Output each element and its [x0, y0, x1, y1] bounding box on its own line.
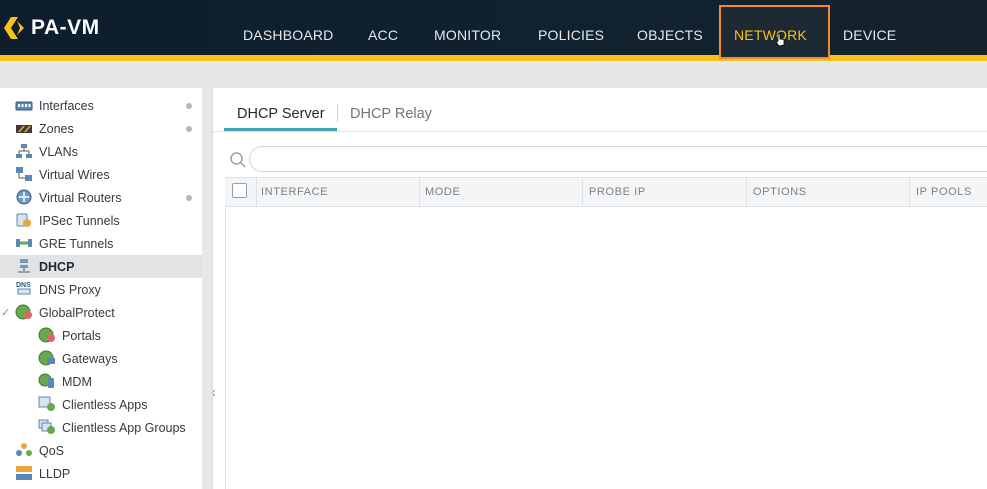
- column-separator: [419, 178, 420, 206]
- tab-separator: [337, 104, 338, 122]
- sidebar: Interfaces Zones VLANs Virtual Wires Vir…: [0, 88, 202, 489]
- sidebar-item-label: DNS Proxy: [39, 282, 101, 297]
- status-dot: [186, 103, 192, 109]
- nav-network[interactable]: NETWORK: [734, 27, 807, 43]
- portals-icon: [38, 327, 55, 343]
- column-header-interface[interactable]: INTERFACE: [261, 186, 328, 198]
- column-header-ip-pools[interactable]: IP POOLS: [916, 186, 972, 198]
- sidebar-item-mdm[interactable]: MDM: [0, 370, 202, 393]
- sidebar-item-label: Virtual Wires: [39, 167, 110, 182]
- column-header-mode[interactable]: MODE: [425, 186, 460, 198]
- sidebar-item-globalprotect[interactable]: ✓ GlobalProtect: [0, 301, 202, 324]
- sidebar-item-vlans[interactable]: VLANs: [0, 140, 202, 163]
- qos-icon: [16, 443, 32, 456]
- sidebar-item-label: Interfaces: [39, 98, 94, 113]
- gre-tunnels-icon: [16, 239, 32, 247]
- search-input[interactable]: [249, 146, 987, 172]
- virtual-routers-icon: [16, 189, 32, 205]
- sidebar-item-label: IPSec Tunnels: [39, 213, 120, 228]
- sidebar-item-label: QoS: [39, 443, 65, 458]
- dns-proxy-icon: DNS: [16, 282, 31, 295]
- tab-dhcp-relay[interactable]: DHCP Relay: [350, 106, 432, 122]
- sidebar-item-zones[interactable]: Zones: [0, 117, 202, 140]
- sidebar-item-portals[interactable]: Portals: [0, 324, 202, 347]
- sidebar-item-label: Clientless Apps: [62, 397, 148, 412]
- sidebar-item-label: VLANs: [39, 144, 78, 159]
- logo[interactable]: PA-VM: [4, 14, 100, 42]
- tab-bar-border: [213, 131, 987, 132]
- sidebar-item-virtual-wires[interactable]: Virtual Wires: [0, 163, 202, 186]
- logo-text: PA-VM: [31, 16, 100, 39]
- panel-divider: [212, 88, 213, 489]
- svg-text:DNS: DNS: [16, 282, 31, 289]
- sidebar-item-ipsec-tunnels[interactable]: IPSec Tunnels: [0, 209, 202, 232]
- gateways-icon: [38, 350, 55, 366]
- sidebar-item-label: DHCP: [39, 259, 75, 274]
- vlans-icon: [16, 144, 32, 158]
- sidebar-item-label: Clientless App Groups: [62, 420, 186, 435]
- logo-icon: [4, 17, 24, 39]
- sidebar-item-label: Virtual Routers: [39, 190, 122, 205]
- column-header-probe-ip[interactable]: PROBE IP: [589, 186, 646, 198]
- status-dot: [186, 126, 192, 132]
- globalprotect-icon: [15, 304, 32, 320]
- sidebar-item-label: LLDP: [39, 466, 71, 481]
- sidebar-item-lldp[interactable]: LLDP: [0, 462, 202, 485]
- zones-icon: [16, 125, 32, 133]
- nav-policies[interactable]: POLICIES: [538, 27, 604, 43]
- mouse-pointer-icon: [775, 33, 785, 47]
- column-separator: [909, 178, 910, 206]
- clientless-app-groups-icon: [38, 419, 55, 434]
- dhcp-server-table: [225, 177, 987, 489]
- sidebar-item-clientless-apps[interactable]: Clientless Apps: [0, 393, 202, 416]
- virtual-wires-icon: [16, 167, 32, 181]
- sidebar-item-virtual-routers[interactable]: Virtual Routers: [0, 186, 202, 209]
- sidebar-item-clientless-app-groups[interactable]: Clientless App Groups: [0, 416, 202, 439]
- status-dot: [186, 195, 192, 201]
- column-separator: [256, 178, 257, 206]
- column-header-options[interactable]: OPTIONS: [753, 186, 807, 198]
- table-header: INTERFACE MODE PROBE IP OPTIONS IP POOLS: [225, 177, 987, 207]
- dhcp-icon: [18, 259, 30, 273]
- sidebar-item-qos[interactable]: QoS: [0, 439, 202, 462]
- clientless-apps-icon: [38, 396, 55, 411]
- sidebar-item-label: GlobalProtect: [39, 305, 115, 320]
- sidebar-item-label: Portals: [62, 328, 101, 343]
- sidebar-item-label: Gateways: [62, 351, 118, 366]
- sidebar-item-label: GRE Tunnels: [39, 236, 114, 251]
- interfaces-icon: [15, 101, 33, 111]
- search-icon: [230, 152, 246, 168]
- nav-objects[interactable]: OBJECTS: [637, 27, 703, 43]
- lldp-icon: [16, 466, 32, 480]
- nav-dashboard[interactable]: DASHBOARD: [243, 27, 333, 43]
- nav-device[interactable]: DEVICE: [843, 27, 896, 43]
- tab-dhcp-server[interactable]: DHCP Server: [237, 106, 325, 122]
- sidebar-item-interfaces[interactable]: Interfaces: [0, 94, 202, 117]
- sidebar-item-label: Zones: [39, 121, 74, 136]
- sidebar-item-gateways[interactable]: Gateways: [0, 347, 202, 370]
- nav-monitor[interactable]: MONITOR: [434, 27, 501, 43]
- sidebar-item-dhcp[interactable]: DHCP: [0, 255, 202, 278]
- column-separator: [746, 178, 747, 206]
- expand-toggle-icon[interactable]: ✓: [1, 306, 10, 319]
- sidebar-splitter[interactable]: [202, 88, 212, 489]
- nav-acc[interactable]: ACC: [368, 27, 398, 43]
- sidebar-item-dns-proxy[interactable]: DNS DNS Proxy: [0, 278, 202, 301]
- select-all-checkbox[interactable]: [232, 183, 247, 198]
- sidebar-item-label: MDM: [62, 374, 92, 389]
- mdm-icon: [38, 373, 54, 388]
- column-separator: [582, 178, 583, 206]
- ipsec-tunnels-icon: [16, 213, 31, 227]
- sidebar-item-gre-tunnels[interactable]: GRE Tunnels: [0, 232, 202, 255]
- sub-toolbar: [0, 61, 987, 88]
